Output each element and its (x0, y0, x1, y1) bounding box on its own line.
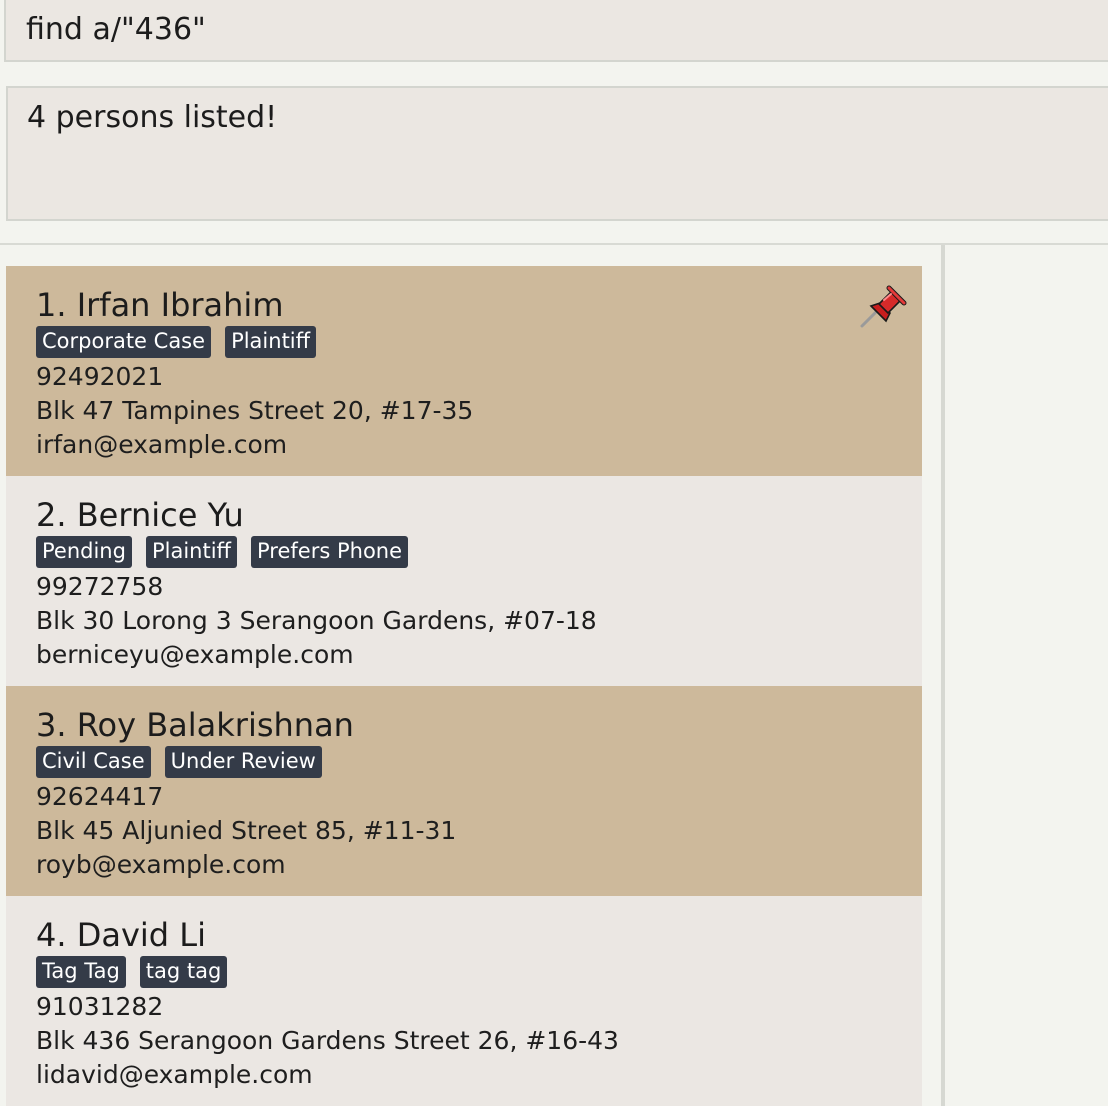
person-email: berniceyu@example.com (36, 640, 354, 669)
tag: Plaintiff (225, 326, 317, 358)
person-list[interactable]: 1. Irfan Ibrahim Corporate Case Plaintif… (6, 266, 922, 1106)
pushpin-icon[interactable] (858, 284, 908, 330)
tag-list: Pending Plaintiff Prefers Phone (36, 536, 922, 568)
tag-list: Corporate Case Plaintiff (36, 326, 922, 358)
tag-list: Tag Tag tag tag (36, 956, 922, 988)
person-phone: 92624417 (36, 782, 164, 811)
result-message: 4 persons listed! (27, 100, 278, 135)
tag: Plaintiff (145, 536, 238, 568)
person-phone: 99272758 (36, 572, 164, 601)
person-card[interactable]: 1. Irfan Ibrahim Corporate Case Plaintif… (6, 266, 922, 476)
tag: Under Review (164, 746, 322, 778)
person-name: 1. Irfan Ibrahim (36, 286, 284, 324)
tag: Prefers Phone (251, 536, 409, 568)
tag-list: Civil Case Under Review (36, 746, 922, 778)
person-card[interactable]: 4. David Li Tag Tag tag tag 91031282 Blk… (6, 896, 922, 1106)
person-name: 3. Roy Balakrishnan (36, 706, 354, 744)
command-box[interactable]: find a/"436" (4, 0, 1108, 62)
person-address: Blk 436 Serangoon Gardens Street 26, #16… (36, 1026, 619, 1055)
tag: tag tag (139, 956, 228, 988)
person-address: Blk 30 Lorong 3 Serangoon Gardens, #07-1… (36, 606, 597, 635)
person-email: royb@example.com (36, 850, 286, 879)
tag: Pending (36, 536, 132, 568)
person-phone: 91031282 (36, 992, 164, 1021)
result-display: 4 persons listed! (6, 86, 1108, 221)
person-email: irfan@example.com (36, 430, 288, 459)
panel-split-divider[interactable] (941, 245, 945, 1106)
person-address: Blk 47 Tampines Street 20, #17-35 (36, 396, 474, 425)
person-name: 4. David Li (36, 916, 206, 954)
command-input-text[interactable]: find a/"436" (26, 12, 206, 48)
person-name: 2. Bernice Yu (36, 496, 244, 534)
person-address: Blk 45 Aljunied Street 85, #11-31 (36, 816, 457, 845)
person-card[interactable]: 3. Roy Balakrishnan Civil Case Under Rev… (6, 686, 922, 896)
tag: Civil Case (36, 746, 151, 778)
person-email: lidavid@example.com (36, 1060, 313, 1089)
tag: Tag Tag (36, 956, 126, 988)
person-phone: 92492021 (36, 362, 164, 391)
person-card[interactable]: 2. Bernice Yu Pending Plaintiff Prefers … (6, 476, 922, 686)
tag: Corporate Case (36, 326, 212, 358)
